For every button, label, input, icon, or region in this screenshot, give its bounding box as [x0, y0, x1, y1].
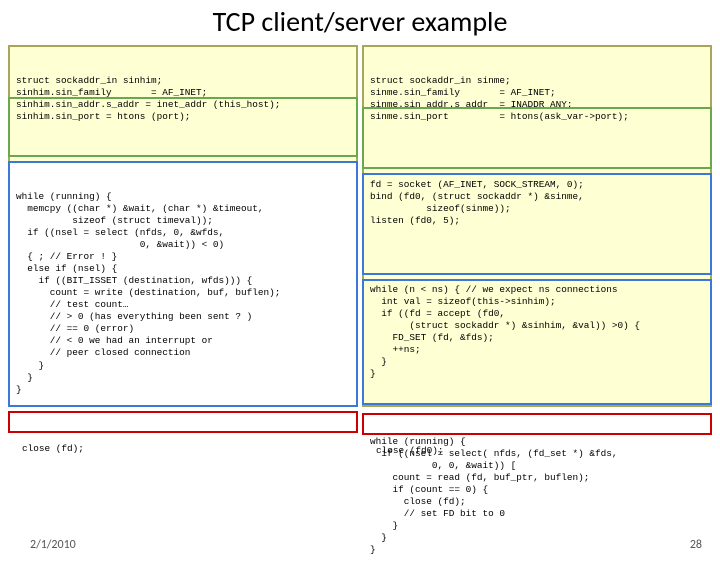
client-loop-code: while (running) { memcpy ((char *) &wait…: [16, 191, 350, 396]
server-column: struct sockaddr_in sinme; sinme.sin_fami…: [362, 45, 712, 483]
footer-date: 2/1/2010: [30, 538, 76, 552]
server-close-box: close (fd0);: [362, 413, 712, 435]
code-columns: struct sockaddr_in sinhim; sinhim.sin_fa…: [0, 45, 720, 483]
client-column: struct sockaddr_in sinhim; sinhim.sin_fa…: [8, 45, 358, 483]
client-connect-highlight: [8, 97, 358, 157]
slide-title: TCP client/server example: [0, 4, 720, 39]
footer-page: 28: [690, 538, 702, 552]
client-loop-box: while (running) { memcpy ((char *) &wait…: [8, 161, 358, 407]
server-close-code: close (fd0);: [370, 443, 704, 459]
server-loop-highlight: [362, 279, 712, 405]
client-close-box: close (fd);: [8, 411, 358, 433]
server-bind-highlight: [362, 107, 712, 169]
client-close-code: close (fd);: [16, 441, 350, 457]
server-accept-highlight: [362, 173, 712, 275]
